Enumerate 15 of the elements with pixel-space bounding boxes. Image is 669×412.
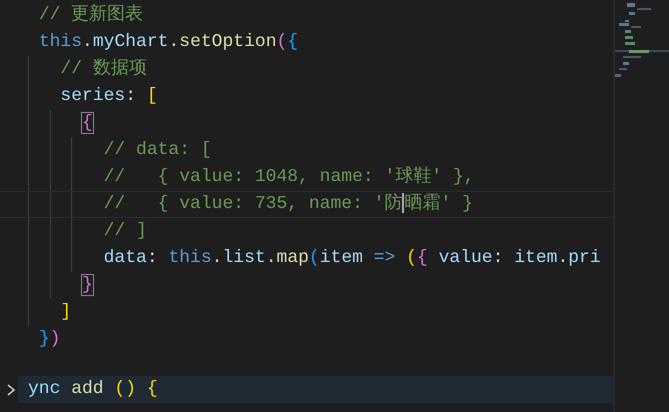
code-line: // ] (0, 218, 613, 245)
code-line: this.myChart.setOption({ (38, 31, 300, 54)
fold-chevron-icon[interactable] (6, 382, 16, 396)
code-line: ] (0, 299, 613, 326)
code-line: // { value: 1048, name: '球鞋' }, (0, 164, 613, 191)
code-line: // 数据项 (0, 56, 613, 83)
code-line: data: this.list.map(item => ({ value: item.pri (0, 245, 613, 272)
code-line: // { value: 735, name: '防晒霜' } (0, 191, 613, 218)
code-line: // data: [ (0, 137, 613, 164)
code-line: // 更新图表 (38, 2, 144, 27)
code-line: series: [ (0, 83, 613, 110)
code-line: }) (38, 328, 62, 351)
code-line: { (0, 110, 613, 137)
code-line: } (0, 272, 613, 299)
code-editor[interactable]: // 更新图表 this.myChart.setOption({ // 数据项 series: [ { // data: [ // { value: 1048, name: '球鞋' }, // { value: 735, name: '防晒霜' } // ] data: this.list.map(item => ({ value: item.pri } ] }) ync add () { (0, 0, 669, 412)
